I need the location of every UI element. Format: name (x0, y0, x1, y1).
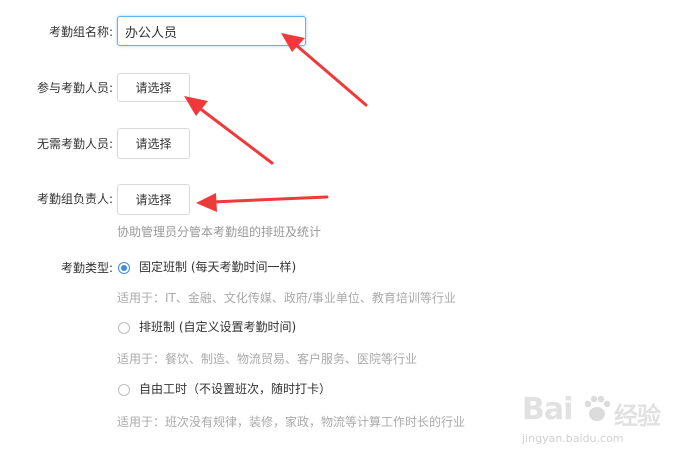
baidu-jingyan-watermark: Bai 经验 jingyan.baidu.com (522, 388, 672, 460)
exempt-select-button[interactable]: 请选择 (117, 128, 190, 159)
option-roster-shift-desc: 适用于：餐饮、制造、物流贸易、客户服务、医院等行业 (117, 352, 418, 366)
radio-roster-shift[interactable] (118, 322, 130, 334)
option-roster-shift-label: 排班制 (自定义设置考勤时间) (139, 320, 297, 334)
exempt-label: 无需考勤人员: (36, 137, 113, 151)
manager-hint: 协助管理员分管本考勤组的排班及统计 (117, 225, 322, 239)
option-fixed-shift-desc: 适用于：IT、金融、文化传媒、政府/事业单位、教育培训等行业 (117, 291, 456, 305)
radio-flexible-hours[interactable] (118, 384, 130, 396)
arrow-to-manager-button (196, 193, 329, 212)
paw-icon (584, 395, 611, 421)
watermark-brand-text: Bai (522, 392, 573, 427)
participants-label: 参与考勤人员: (36, 81, 113, 95)
radio-fixed-shift[interactable] (118, 262, 130, 274)
arrow-to-participants-button (184, 96, 274, 165)
watermark-url: jingyan.baidu.com (522, 432, 624, 445)
option-flexible-hours-desc: 适用于：班次没有规律，装修，家政，物流等计算工作时长的行业 (117, 415, 466, 429)
watermark-jingyan-text: 经验 (614, 402, 661, 430)
manager-label: 考勤组负责人: (36, 192, 113, 206)
group-name-input[interactable] (117, 16, 306, 46)
option-fixed-shift-label: 固定班制 (每天考勤时间一样) (139, 260, 297, 274)
manager-select-button[interactable]: 请选择 (117, 184, 190, 215)
option-flexible-hours-label: 自由工时（不设置班次，随时打卡） (139, 382, 332, 396)
group-name-label: 考勤组名称: (48, 25, 113, 39)
participants-select-button[interactable]: 请选择 (117, 73, 190, 102)
type-label: 考勤类型: (60, 261, 113, 275)
